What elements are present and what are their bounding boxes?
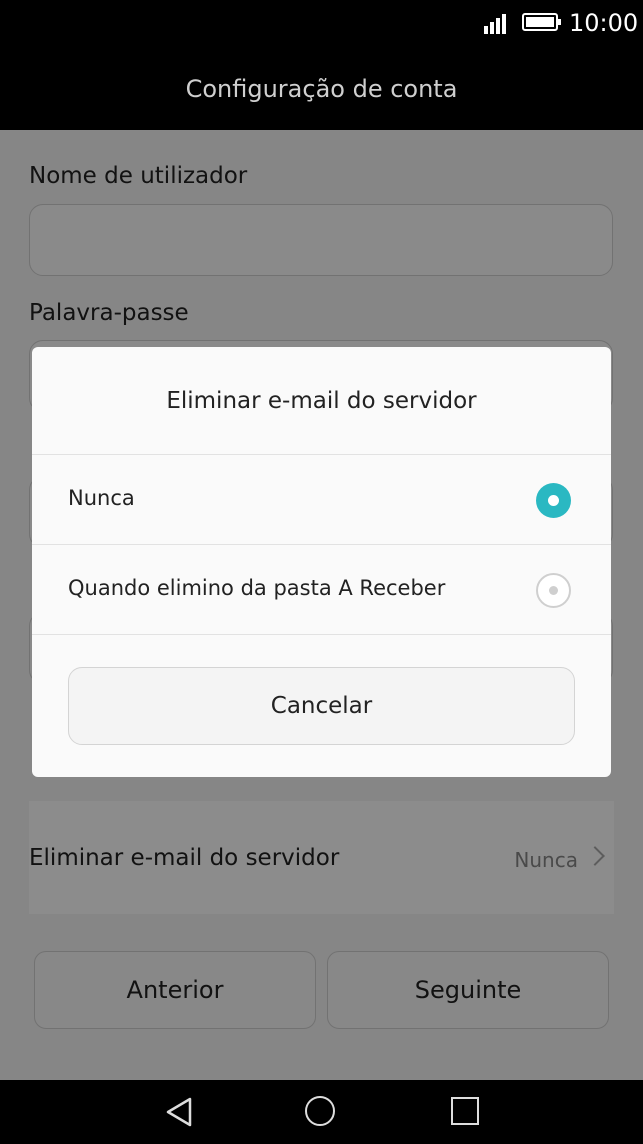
page-title: Configuração de conta — [0, 48, 643, 130]
radio-selected-icon[interactable] — [536, 483, 571, 518]
status-time: 10:00 — [569, 9, 639, 37]
home-icon[interactable] — [305, 1096, 335, 1126]
dialog-title: Eliminar e-mail do servidor — [166, 388, 477, 414]
cancel-button[interactable]: Cancelar — [68, 667, 575, 745]
option-when-deleted-from-inbox[interactable]: Quando elimino da pasta A Receber — [32, 545, 611, 634]
signal-icon — [484, 12, 512, 34]
battery-icon — [522, 13, 561, 31]
option-never[interactable]: Nunca — [32, 455, 611, 544]
back-icon[interactable] — [165, 1097, 193, 1127]
navigation-bar — [0, 1080, 643, 1144]
delete-email-dialog: Eliminar e-mail do servidor Nunca Quando… — [32, 347, 611, 777]
option-label: Nunca — [68, 486, 135, 510]
option-label: Quando elimino da pasta A Receber — [68, 576, 446, 600]
radio-unselected-icon[interactable] — [536, 573, 571, 608]
status-bar: 10:00 — [0, 0, 643, 48]
recents-icon[interactable] — [451, 1097, 479, 1125]
divider — [32, 634, 611, 635]
